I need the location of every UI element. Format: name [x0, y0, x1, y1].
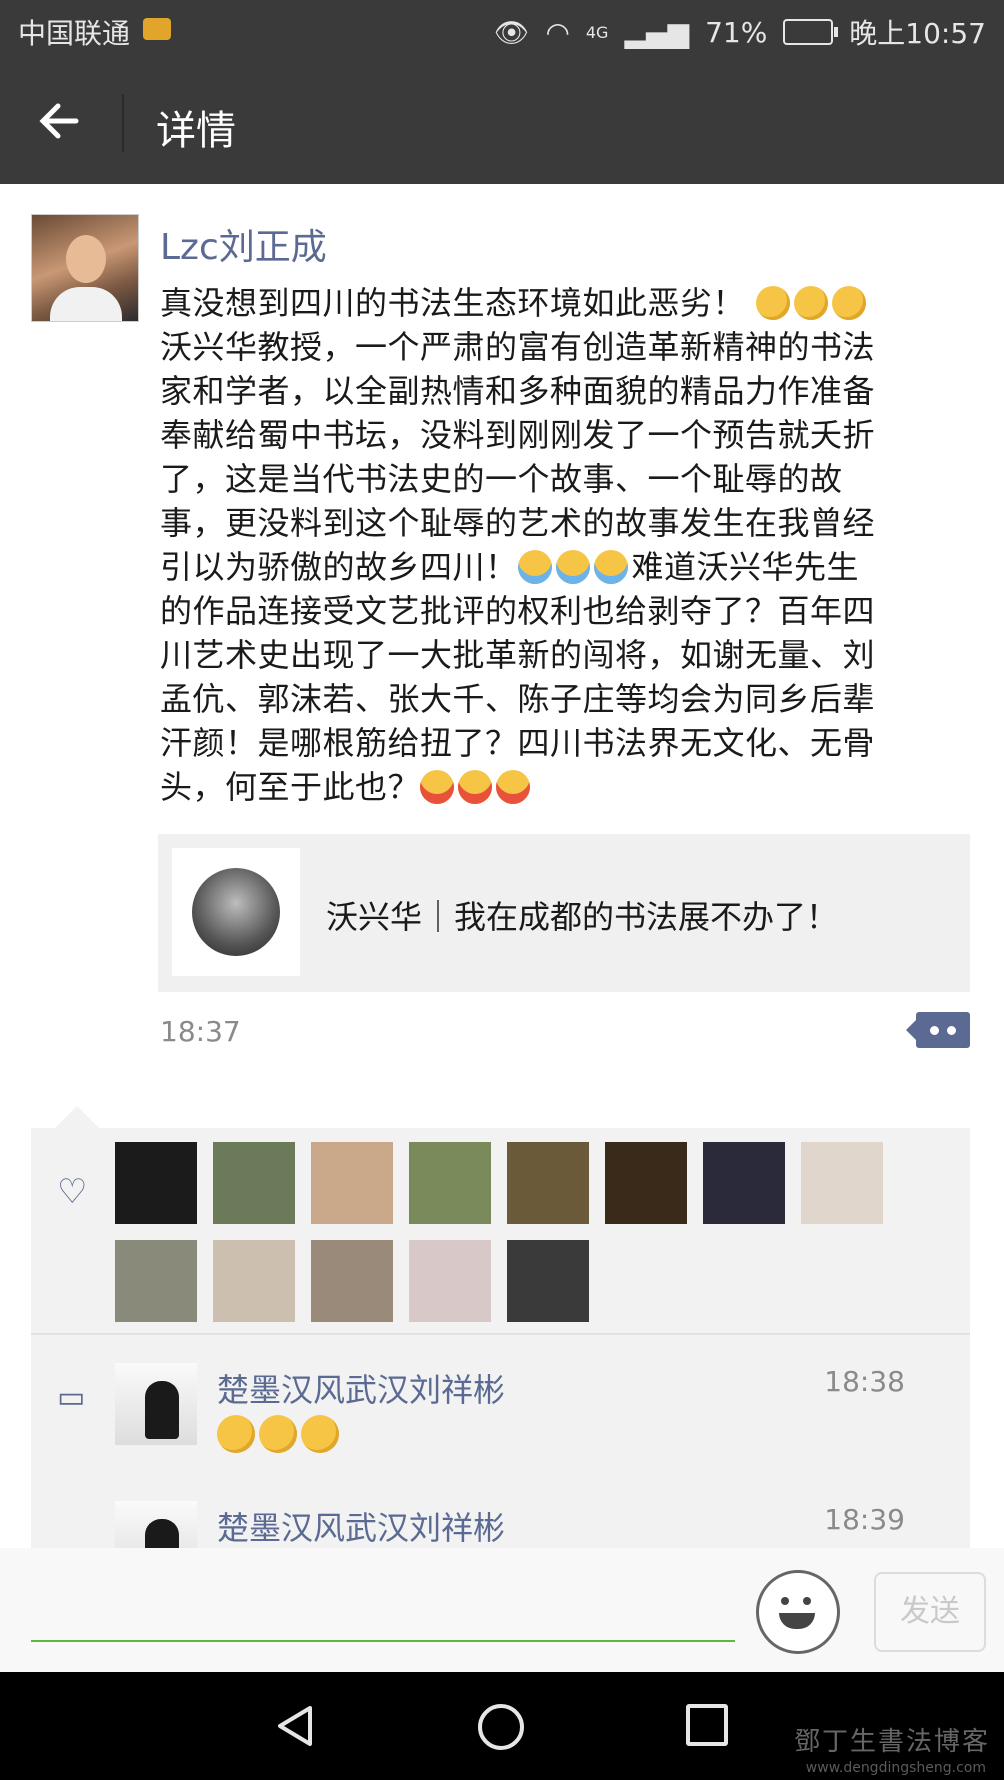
comment-text: [217, 1415, 343, 1453]
post-line: 的作品连接受文艺批评的权利也给剥夺了？百年四: [160, 592, 876, 630]
liker-avatar[interactable]: [605, 1142, 687, 1224]
battery-icon: [783, 19, 839, 45]
post-body: 真没想到四川的书法生态环境如此恶劣！ 沃兴华教授，一个严肃的富有创造革新精神的书…: [160, 281, 960, 809]
smirk-emoji-icon: [259, 1415, 297, 1453]
liker-avatar[interactable]: [801, 1142, 883, 1224]
liker-avatar[interactable]: [115, 1142, 197, 1224]
post-time: 18:37: [160, 1015, 241, 1048]
smirk-emoji-icon: [301, 1415, 339, 1453]
post-line: 孟伉、郭沫若、张大千、陈子庄等均会为同乡后辈: [160, 680, 876, 718]
liker-avatar[interactable]: [115, 1240, 197, 1322]
commenter-name[interactable]: 楚墨汉风武汉刘祥彬: [217, 1503, 505, 1548]
comment-input[interactable]: [31, 1592, 735, 1642]
eye-icon: 👁: [493, 15, 530, 49]
post-line: 川艺术史出现了一大批革新的闯将，如谢无量、刘: [160, 636, 876, 674]
author-name[interactable]: Lzc刘正成: [160, 218, 327, 270]
commenter-avatar[interactable]: [115, 1363, 197, 1445]
more-actions-button[interactable]: [906, 1012, 970, 1048]
post-line: 事，更没料到这个耻辱的艺术的故事发生在我曾经: [160, 504, 876, 542]
header-divider: [122, 94, 124, 152]
laughing-emoji-icon: [420, 770, 455, 804]
post-line: 了，这是当代书法史的一个故事、一个耻辱的故: [160, 460, 843, 498]
liker-avatar[interactable]: [507, 1240, 589, 1322]
liker-avatar[interactable]: [213, 1240, 295, 1322]
clock: 晚上10:57: [849, 17, 986, 50]
comment-item[interactable]: 楚墨汉风武汉刘祥彬 18:38: [115, 1363, 955, 1463]
laughing-emoji-icon: [496, 770, 531, 804]
crying-emoji-icon: [555, 550, 590, 584]
signal-icon: ▂▄▆: [624, 15, 690, 49]
dot-icon: [947, 1026, 956, 1035]
comment-time: 18:39: [824, 1503, 905, 1536]
panel-pointer: [55, 1106, 99, 1128]
liker-avatar[interactable]: [409, 1240, 491, 1322]
avatar-face: [66, 235, 106, 283]
post-line: 真没想到四川的书法生态环境如此恶劣！: [160, 281, 960, 325]
panel-divider: [31, 1333, 970, 1335]
thinking-emoji-icon: [831, 286, 866, 320]
emoji-picker-icon[interactable]: [756, 1570, 840, 1654]
crying-emoji-icon: [593, 550, 628, 584]
comment-item[interactable]: 楚墨汉风武汉刘祥彬 18:39: [115, 1501, 955, 1548]
send-button[interactable]: 发送: [874, 1572, 986, 1652]
nav-recents-icon[interactable]: [686, 1704, 728, 1746]
post-line: 沃兴华教授，一个严肃的富有创造革新精神的书法: [160, 328, 876, 366]
avatar-shirt: [50, 287, 122, 321]
nav-home-icon[interactable]: [478, 1704, 524, 1750]
system-nav-bar: 鄧丁生書法博客 www.dengdingsheng.com: [0, 1672, 1004, 1780]
back-arrow-icon[interactable]: [36, 98, 86, 148]
liker-avatar[interactable]: [409, 1142, 491, 1224]
liker-avatar[interactable]: [213, 1142, 295, 1224]
author-avatar[interactable]: [31, 214, 139, 322]
post-line: 引以为骄傲的故乡四川！ 难道沃兴华先生: [160, 548, 860, 586]
page-title: 详情: [156, 108, 236, 154]
post-line: 奉献给蜀中书坛，没料到刚刚发了一个预告就夭折: [160, 416, 876, 454]
liker-avatars: [115, 1142, 955, 1322]
liker-avatar[interactable]: [311, 1240, 393, 1322]
commenter-name[interactable]: 楚墨汉风武汉刘祥彬: [217, 1365, 505, 1411]
dot-icon: [930, 1026, 939, 1035]
commenter-avatar[interactable]: [115, 1501, 197, 1548]
liker-avatar[interactable]: [311, 1142, 393, 1224]
watermark: 鄧丁生書法博客: [793, 1727, 990, 1757]
link-thumbnail-photo: [192, 868, 280, 956]
status-right: 👁 ◠ 4G ▂▄▆ 71% 晚上10:57: [494, 12, 986, 52]
carrier-label: 中国联通: [18, 17, 131, 50]
liker-avatar[interactable]: [507, 1142, 589, 1224]
network-label: 4G: [585, 22, 609, 42]
liker-avatar[interactable]: [703, 1142, 785, 1224]
crying-emoji-icon: [517, 550, 552, 584]
mail-notification-icon: [143, 18, 171, 40]
battery-percent: 71%: [705, 15, 768, 49]
watermark-url: www.dengdingsheng.com: [805, 1760, 986, 1776]
link-title: 沃兴华｜我在成都的书法展不办了！: [326, 898, 839, 936]
comment-input-bar: 发送: [0, 1548, 1004, 1672]
smirk-emoji-icon: [217, 1415, 255, 1453]
post-line: 家和学者，以全副热情和多种面貌的精品力作准备: [160, 372, 876, 410]
status-bar: 中国联通 👁 ◠ 4G ▂▄▆ 71% 晚上10:57: [0, 0, 1004, 62]
shared-link-card[interactable]: 沃兴华｜我在成都的书法展不办了！: [158, 834, 970, 992]
comment-icon: ▭: [57, 1380, 86, 1415]
thinking-emoji-icon: [755, 286, 790, 320]
post-line: 汗颜！是哪根筋给扭了？四川书法界无文化、无骨: [160, 724, 876, 762]
link-thumbnail: [172, 848, 300, 976]
nav-back-icon[interactable]: [274, 1704, 314, 1752]
likes-comments-panel: ♡ ▭ 楚墨汉风武汉刘祥彬 18:38 楚墨汉风武汉刘祥彬 18:39: [31, 1106, 970, 1548]
post-line: 头，何至于此也？: [160, 765, 960, 809]
title-bar: 详情: [0, 62, 1004, 184]
heart-icon: ♡: [57, 1172, 88, 1212]
wifi-icon: ◠: [545, 15, 570, 49]
laughing-emoji-icon: [458, 770, 493, 804]
thinking-emoji-icon: [793, 286, 828, 320]
comment-time: 18:38: [824, 1365, 905, 1398]
